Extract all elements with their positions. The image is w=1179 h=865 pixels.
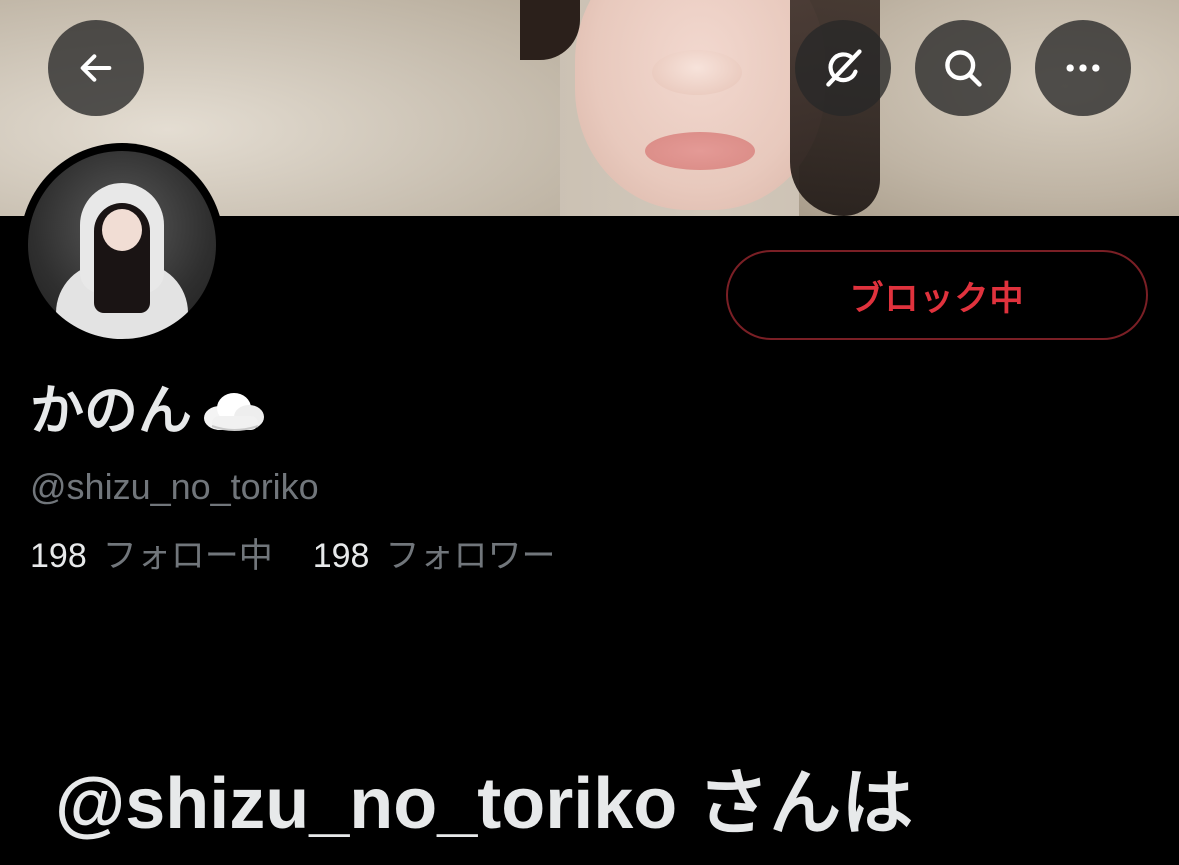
- arrow-left-icon: [80, 54, 112, 82]
- following-label: フォロー中: [102, 537, 273, 575]
- more-horizontal-icon: [1066, 64, 1100, 72]
- search-button[interactable]: [915, 20, 1011, 116]
- avatar-image: [28, 151, 216, 339]
- user-handle: @shizu_no_toriko: [30, 466, 319, 507]
- banner-nose: [652, 50, 742, 95]
- followers-label: フォロワー: [385, 537, 556, 575]
- banner-hair-left: [520, 0, 580, 60]
- more-button[interactable]: [1035, 20, 1131, 116]
- grok-button[interactable]: [795, 20, 891, 116]
- display-name: かのん: [30, 384, 268, 438]
- banner-face: [575, 0, 825, 210]
- followers-link[interactable]: 198 フォロワー: [313, 528, 556, 577]
- cloud-emoji-icon: [198, 388, 268, 434]
- back-button[interactable]: [48, 20, 144, 116]
- following-link[interactable]: 198 フォロー中: [30, 528, 273, 577]
- search-icon: [945, 50, 982, 87]
- followers-count: 198: [312, 537, 370, 575]
- avatar-face: [102, 209, 142, 251]
- blocked-button[interactable]: ブロック中: [726, 250, 1148, 340]
- display-name-text: かのん: [30, 381, 192, 441]
- profile-page: ブロック中 かのん @shizu_no_toriko 198 フォロー中 198 フ…: [0, 0, 1179, 865]
- banner-lips: [645, 132, 755, 170]
- avatar[interactable]: [20, 143, 224, 347]
- blocked-notice-text: @shizu_no_toriko さんは: [55, 764, 914, 844]
- grok-icon: [826, 49, 862, 87]
- follow-stats: 198 フォロー中 198 フォロワー: [30, 528, 555, 577]
- following-count: 198: [30, 537, 87, 575]
